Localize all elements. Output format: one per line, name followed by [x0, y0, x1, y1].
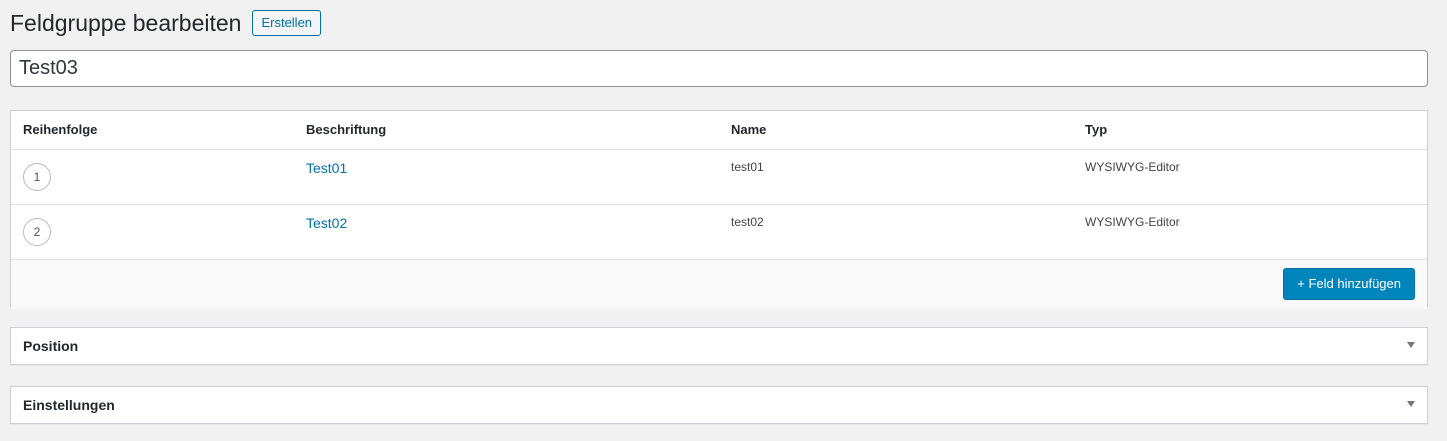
- field-label-link[interactable]: Test01: [306, 160, 347, 176]
- position-postbox-title: Position: [23, 338, 79, 354]
- field-name: test01: [731, 160, 764, 174]
- order-handle[interactable]: 2: [23, 218, 51, 246]
- column-header-type: Typ: [1085, 122, 1108, 137]
- triangle-down-icon[interactable]: [1407, 342, 1415, 348]
- column-header-label: Beschriftung: [306, 122, 387, 137]
- fields-table-footer: + Feld hinzufügen: [11, 260, 1427, 309]
- page-header: Feldgruppe bearbeiten Erstellen: [10, 8, 322, 38]
- settings-postbox-title: Einstellungen: [23, 397, 115, 413]
- fields-table-header: Reihenfolge Beschriftung Name Typ: [11, 111, 1427, 150]
- table-row[interactable]: 2 Test02 test02 WYSIWYG-Editor: [11, 205, 1427, 260]
- create-button[interactable]: Erstellen: [252, 10, 322, 36]
- position-postbox[interactable]: Position: [10, 327, 1428, 365]
- column-header-name: Name: [731, 122, 767, 137]
- column-header-order: Reihenfolge: [23, 122, 98, 137]
- field-type: WYSIWYG-Editor: [1085, 160, 1180, 174]
- add-field-button[interactable]: + Feld hinzufügen: [1283, 268, 1415, 300]
- field-name: test02: [731, 215, 764, 229]
- settings-postbox[interactable]: Einstellungen: [10, 386, 1428, 424]
- field-group-title-input[interactable]: [10, 50, 1428, 87]
- triangle-down-icon[interactable]: [1407, 401, 1415, 407]
- table-row[interactable]: 1 Test01 test01 WYSIWYG-Editor: [11, 150, 1427, 205]
- field-label-link[interactable]: Test02: [306, 215, 347, 231]
- fields-table: Reihenfolge Beschriftung Name Typ 1 Test…: [10, 110, 1428, 309]
- field-type: WYSIWYG-Editor: [1085, 215, 1180, 229]
- order-handle[interactable]: 1: [23, 163, 51, 191]
- page-title: Feldgruppe bearbeiten: [10, 10, 242, 36]
